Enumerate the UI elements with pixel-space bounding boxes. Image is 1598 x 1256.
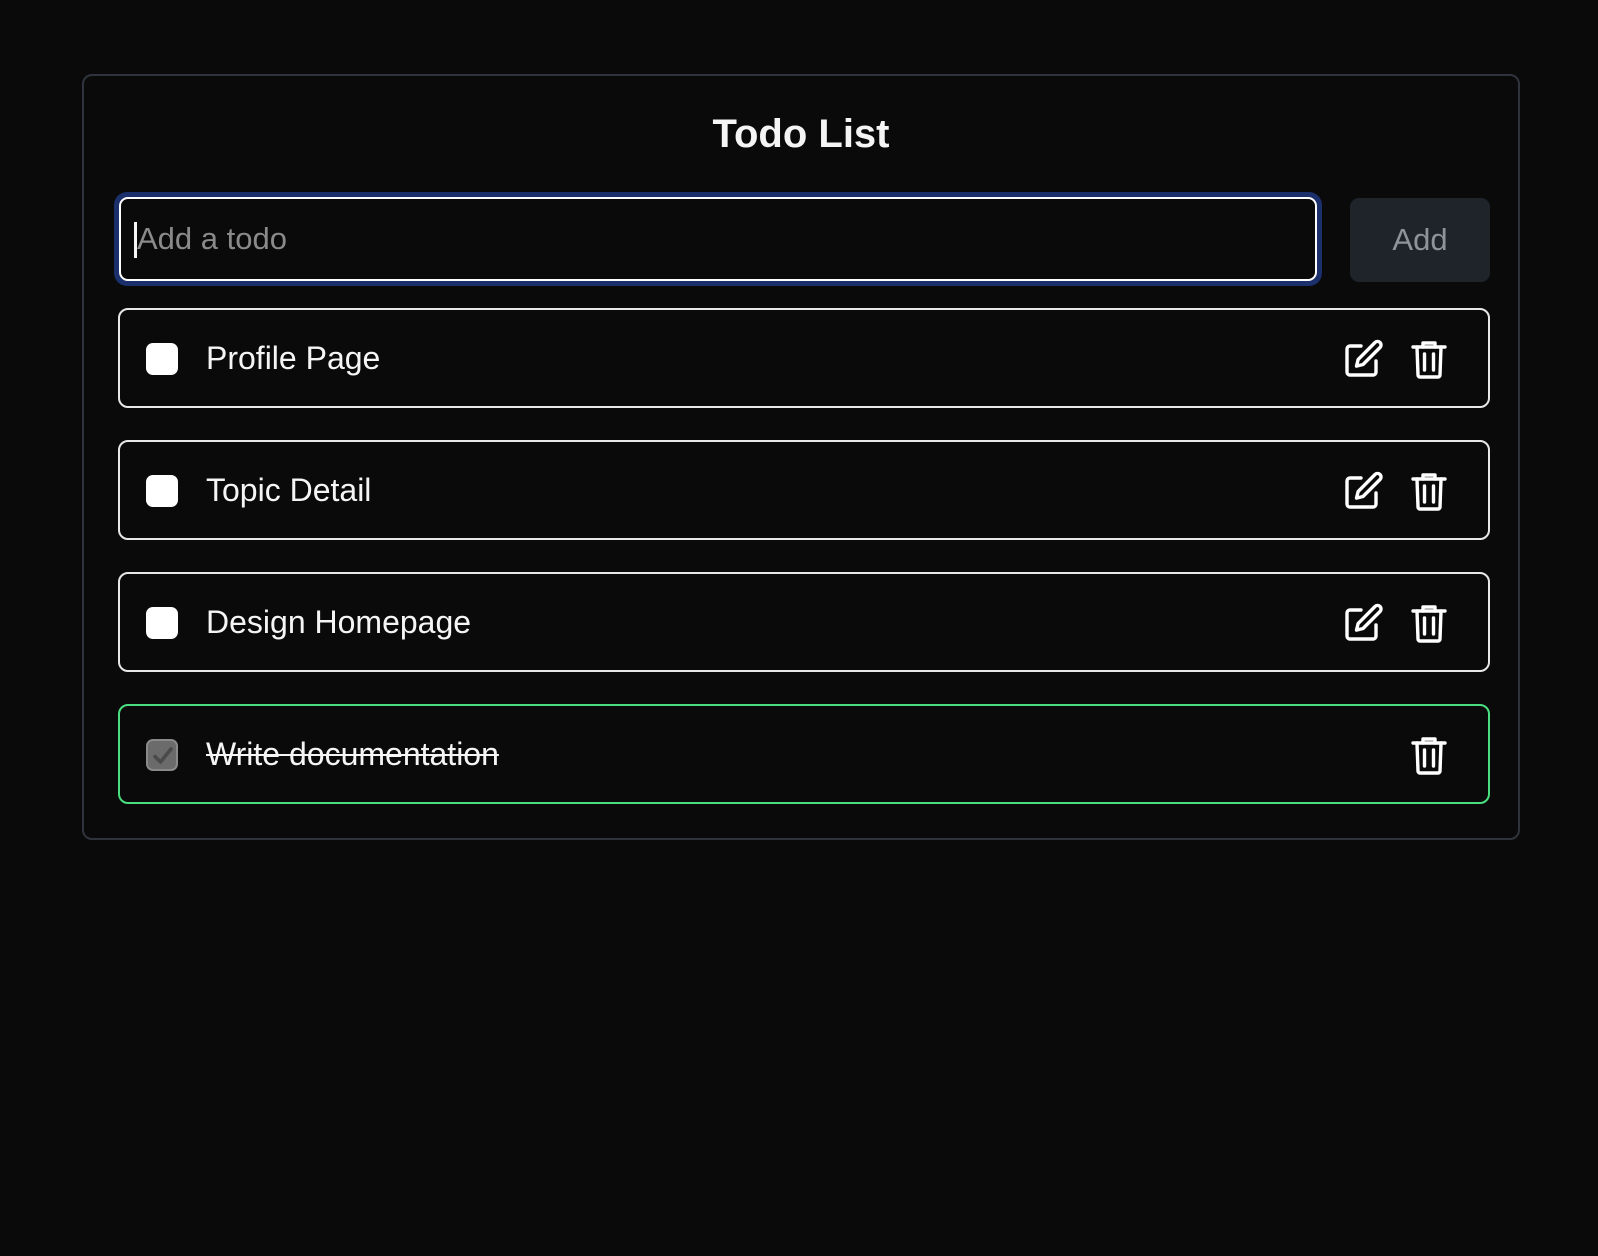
- edit-icon[interactable]: [1342, 602, 1384, 644]
- edit-icon[interactable]: [1342, 338, 1384, 380]
- todo-item-completed: Write documentation: [118, 704, 1490, 804]
- trash-icon[interactable]: [1408, 734, 1450, 776]
- todo-text: Write documentation: [206, 736, 499, 772]
- todo-checkbox[interactable]: [146, 343, 178, 375]
- todo-text: Topic Detail: [206, 472, 372, 508]
- edit-icon[interactable]: [1342, 470, 1384, 512]
- todo-input[interactable]: [119, 197, 1317, 281]
- todo-item: Profile Page: [118, 308, 1490, 408]
- todo-checkbox[interactable]: [146, 475, 178, 507]
- add-button[interactable]: Add: [1350, 198, 1490, 282]
- todo-item: Topic Detail: [118, 440, 1490, 540]
- todo-card: Todo List Add Profile Page Topic Det: [82, 74, 1520, 840]
- todo-text: Profile Page: [206, 340, 381, 376]
- trash-icon[interactable]: [1408, 338, 1450, 380]
- trash-icon[interactable]: [1408, 470, 1450, 512]
- todo-checkbox[interactable]: [146, 607, 178, 639]
- todo-input-focus-ring: [114, 192, 1322, 286]
- text-caret: [134, 222, 137, 258]
- todo-text: Design Homepage: [206, 604, 472, 640]
- page-title: Todo List: [712, 112, 890, 156]
- todo-item: Design Homepage: [118, 572, 1490, 672]
- trash-icon[interactable]: [1408, 602, 1450, 644]
- todo-checkbox-checked[interactable]: [146, 739, 178, 771]
